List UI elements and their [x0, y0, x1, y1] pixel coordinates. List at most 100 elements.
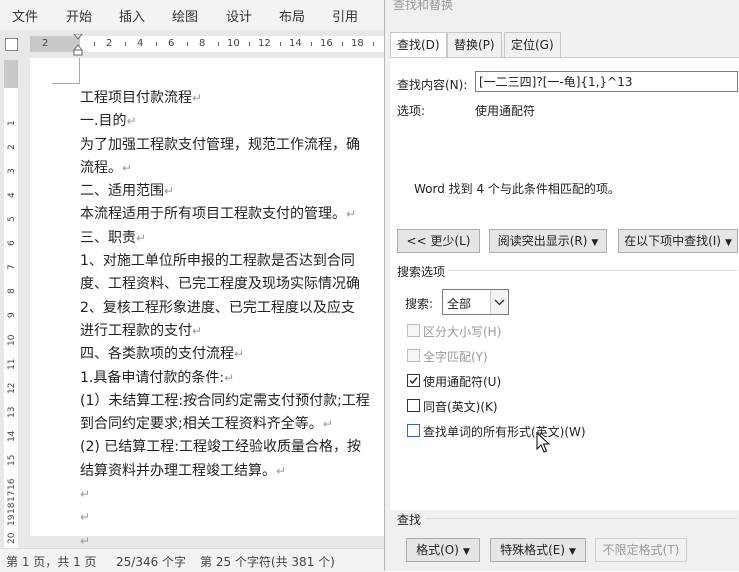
document-line[interactable]: 一.目的↵: [80, 110, 384, 133]
document-line[interactable]: 到合同约定要求;相关工程资料齐全等。↵: [80, 413, 384, 436]
document-line[interactable]: ↵: [80, 506, 384, 529]
paragraph-mark-icon: ↵: [276, 463, 287, 478]
document-line[interactable]: 二、适用范围↵: [80, 180, 384, 203]
ruler-number: 12: [7, 382, 17, 394]
horizontal-ruler[interactable]: 2 2 4 6 8 10 12 14 16 18: [0, 30, 384, 58]
paragraph-mark-icon: ↵: [234, 347, 245, 362]
tab-insert[interactable]: 插入: [119, 6, 145, 25]
find-what-input[interactable]: [一二三四]?[一-龟]{1,}^13: [475, 71, 738, 92]
checkmark-icon: [409, 377, 418, 385]
ruler-number: 4: [137, 38, 144, 49]
document-line[interactable]: 为了加强工程款支付管理，规范工作流程，确: [80, 134, 384, 157]
document-line-text: 三、职责: [80, 229, 136, 246]
ruler-number: 7: [7, 264, 17, 270]
reading-highlight-button[interactable]: 阅读突出显示(R) ▼: [489, 229, 607, 253]
paragraph-mark-icon: ↵: [164, 184, 175, 199]
all-word-forms-checkbox[interactable]: [407, 424, 420, 437]
paragraph-mark-icon: ↵: [192, 323, 203, 338]
reading-highlight-label: 阅读突出显示(R): [497, 234, 588, 248]
paragraph-mark-icon: ↵: [126, 114, 137, 129]
document-line[interactable]: 进行工程款的支付↵: [80, 320, 384, 343]
tab-design[interactable]: 设计: [226, 6, 252, 25]
search-direction-select[interactable]: 全部: [442, 289, 509, 315]
ruler-number: 2: [106, 38, 113, 49]
less-button[interactable]: << 更少(L): [397, 229, 480, 253]
document-line-text: (1）未结算工程:按合同约定需支付预付款;工程: [80, 392, 370, 409]
paragraph-mark-icon: ↵: [192, 91, 203, 105]
ruler-number: 14: [289, 38, 302, 49]
ruler-number: 10: [7, 334, 17, 346]
whole-word-label: 全字匹配(Y): [423, 350, 488, 364]
status-word-count[interactable]: 25/346 个字: [116, 553, 186, 570]
tab-file[interactable]: 文件: [12, 6, 38, 25]
indent-marker-icon[interactable]: [73, 34, 83, 56]
status-page-count[interactable]: 第 1 页，共 1 页: [6, 553, 97, 570]
chevron-down-icon[interactable]: [490, 290, 508, 314]
format-button[interactable]: 格式(O) ▼: [406, 538, 480, 562]
ruler-number: 15: [7, 454, 17, 466]
tab-stop-selector[interactable]: [5, 38, 18, 51]
document-line[interactable]: 本流程适用于所有项目工程款支付的管理。↵: [80, 203, 384, 226]
document-line-text: 工程项目付款流程: [80, 90, 192, 106]
document-line[interactable]: 流程。↵: [80, 157, 384, 180]
tab-home[interactable]: 开始: [66, 6, 92, 25]
tab-goto[interactable]: 定位(G): [504, 32, 561, 57]
document-line[interactable]: 工程项目付款流程↵: [80, 87, 384, 110]
ruler-number: 18: [7, 502, 17, 514]
find-result-message: Word 找到 4 个与此条件相匹配的项。: [414, 182, 620, 196]
document-line[interactable]: 三、职责↵: [80, 227, 384, 250]
paragraph-mark-icon: ↵: [122, 160, 133, 175]
document-line-text: 本流程适用于所有项目工程款支付的管理。: [80, 206, 346, 223]
dialog-tabs: 查找(D) 替换(P) 定位(G): [390, 32, 739, 59]
document-line-text: 一.目的: [80, 113, 127, 130]
all-word-forms-label: 查找单词的所有形式(英文)(W): [423, 425, 586, 439]
ruler-number: 1: [7, 120, 17, 126]
tab-draw[interactable]: 绘图: [172, 6, 198, 25]
vertical-ruler[interactable]: 1 2 3 4 5 6 7 8 9 10 11 12 13 14 15 16 1…: [0, 58, 20, 548]
document-line[interactable]: 2、复核工程形象进度、已完工程度以及应支: [80, 297, 384, 320]
ruler-number: 8: [7, 288, 17, 294]
document-line[interactable]: 结算资料并办理工程竣工结算。↵: [80, 460, 384, 483]
paragraph-mark-icon: ↵: [322, 417, 333, 432]
paragraph-mark-icon: ↵: [346, 207, 357, 222]
tab-references[interactable]: 引用: [332, 6, 358, 25]
ruler-number: 2: [42, 38, 49, 49]
document-line[interactable]: 四、各类款项的支付流程↵: [80, 343, 384, 366]
caret-down-icon: ▼: [591, 238, 599, 248]
sounds-like-checkbox[interactable]: [407, 399, 420, 412]
no-formatting-button[interactable]: 不限定格式(T): [595, 538, 687, 562]
ruler-number: 13: [7, 406, 17, 418]
paragraph-mark-icon: ↵: [80, 533, 91, 548]
ruler-number: 14: [7, 430, 17, 442]
document-body[interactable]: 工程项目付款流程↵ 一.目的↵ 为了加强工程款支付管理，规范工作流程，确 流程。↵ 二、…: [80, 87, 384, 553]
options-value: 使用通配符: [475, 104, 536, 118]
find-in-button[interactable]: 在以下项中查找(I) ▼: [618, 229, 738, 253]
match-case-checkbox[interactable]: [407, 324, 420, 337]
document-line[interactable]: 1.具备申请付款的条件:↵: [80, 367, 384, 390]
document-line-text: 1、对施工单位所申报的工程款是否达到合同: [80, 253, 355, 270]
ruler-number: 11: [7, 358, 17, 370]
search-direction-label: 搜索:: [405, 297, 434, 311]
document-line[interactable]: (1）未结算工程:按合同约定需支付预付款;工程: [80, 390, 384, 413]
special-button[interactable]: 特殊格式(E) ▼: [490, 538, 586, 562]
caret-down-icon: ▼: [462, 547, 470, 557]
document-line[interactable]: ↵: [80, 483, 384, 506]
whole-word-checkbox[interactable]: [407, 349, 420, 362]
status-bar: 第 1 页，共 1 页 25/346 个字 第 25 个字符(共 381 个): [0, 548, 384, 572]
tab-find[interactable]: 查找(D): [390, 32, 447, 59]
ruler-number: 3: [7, 168, 17, 174]
document-line[interactable]: (2) 已结算工程:工程竣工经验收质量合格，按: [80, 436, 384, 459]
use-wildcards-checkbox[interactable]: [407, 374, 420, 387]
document-line[interactable]: 1、对施工单位所申报的工程款是否达到合同: [80, 250, 384, 273]
text-boundary-corner: [52, 58, 80, 84]
document-line[interactable]: 度、工程资料、已完工程度及现场实际情况确: [80, 273, 384, 296]
paragraph-mark-icon: ↵: [80, 487, 91, 502]
paragraph-mark-icon: ↵: [80, 510, 91, 525]
find-tab-panel: [390, 57, 739, 510]
tab-layout[interactable]: 布局: [279, 6, 305, 25]
document-line-text: 四、各类款项的支付流程: [80, 346, 234, 363]
ruler-number: 5: [7, 216, 17, 222]
ruler-number: 20: [7, 532, 17, 544]
tab-replace[interactable]: 替换(P): [447, 32, 502, 57]
format-label: 格式(O): [416, 543, 459, 557]
